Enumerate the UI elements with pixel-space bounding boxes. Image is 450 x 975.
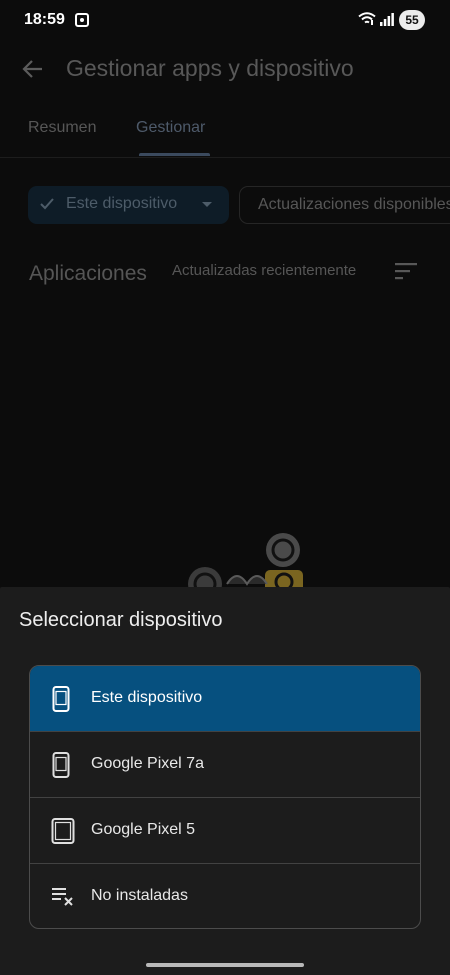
device-option-this-device[interactable]: Este dispositivo	[30, 666, 420, 732]
phone-icon	[52, 752, 70, 778]
empty-state-illustration	[188, 533, 303, 590]
check-icon	[40, 198, 54, 210]
device-option-label: Google Pixel 7a	[91, 755, 204, 772]
device-option-label: Google Pixel 5	[91, 821, 196, 838]
phone-icon	[52, 686, 70, 712]
device-option-label: Este dispositivo	[91, 689, 203, 706]
navigation-handle[interactable]	[146, 963, 304, 967]
list-remove-icon	[52, 888, 73, 906]
status-bar: 18:59 55	[0, 0, 450, 40]
device-option-pixel-7a[interactable]: Google Pixel 7a	[30, 732, 420, 798]
device-filter-chip[interactable]: Este dispositivo	[28, 186, 229, 224]
tab-indicator	[139, 153, 210, 156]
tab-manage[interactable]: Gestionar	[136, 119, 205, 137]
status-time: 18:59	[24, 11, 65, 28]
wifi-icon	[358, 12, 376, 25]
app-bar: Gestionar apps y dispositivo	[0, 50, 450, 90]
select-device-sheet: Seleccionar dispositivo Este dispositivo…	[0, 587, 450, 975]
device-option-label: No instaladas	[91, 887, 188, 904]
dropdown-caret-icon	[202, 202, 212, 207]
device-list: Este dispositivo Google Pixel 7a Google …	[29, 665, 421, 929]
tablet-icon	[51, 818, 75, 844]
device-option-pixel-5[interactable]: Google Pixel 5	[30, 798, 420, 864]
sort-label[interactable]: Actualizadas recientemente	[172, 262, 356, 279]
device-option-not-installed[interactable]: No instaladas	[30, 864, 420, 928]
apps-section-header: Aplicaciones	[29, 262, 147, 285]
device-filter-label: Este dispositivo	[66, 195, 178, 212]
screen: 18:59 55 Gestionar apps y dispositivo Re…	[0, 0, 450, 975]
updates-filter-label: Actualizaciones disponibles	[258, 196, 450, 213]
battery-badge: 55	[399, 10, 425, 30]
page-title: Gestionar apps y dispositivo	[66, 55, 354, 81]
tab-summary[interactable]: Resumen	[28, 119, 96, 137]
tab-bar: Resumen Gestionar	[0, 112, 450, 158]
back-arrow-icon[interactable]	[22, 58, 44, 80]
screen-record-icon	[75, 13, 89, 27]
sheet-title: Seleccionar dispositivo	[19, 609, 223, 631]
signal-icon	[380, 13, 394, 26]
updates-filter-chip[interactable]: Actualizaciones disponibles	[239, 186, 450, 224]
sort-icon[interactable]	[395, 262, 419, 280]
